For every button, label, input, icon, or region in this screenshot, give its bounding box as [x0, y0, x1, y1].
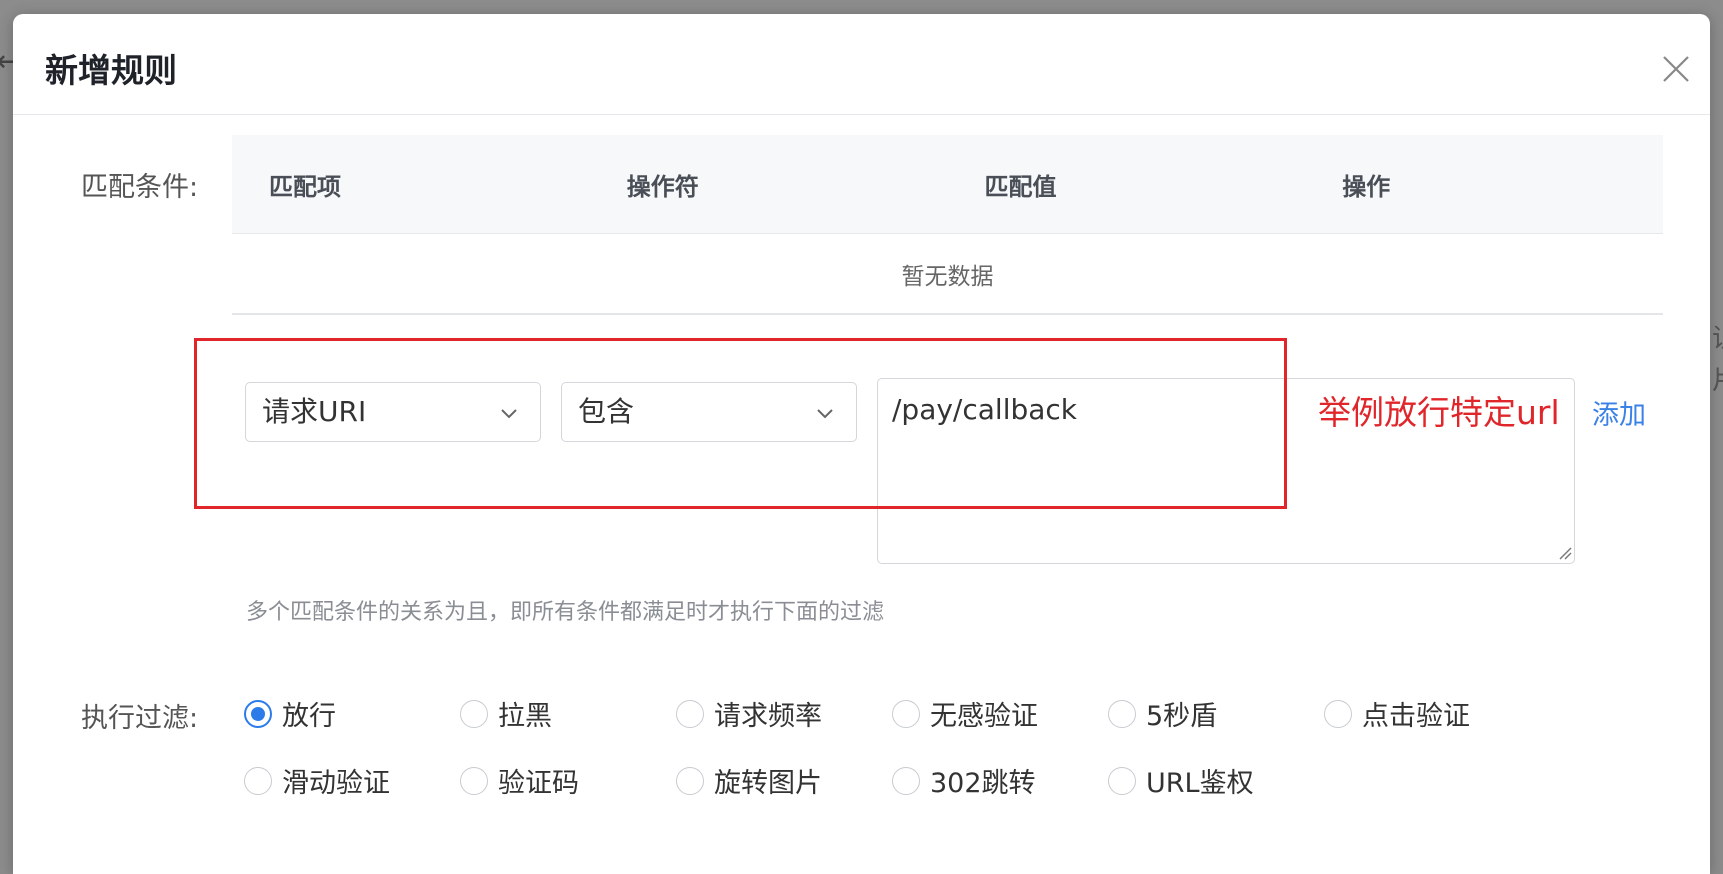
match-conditions-label: 匹配条件:	[81, 172, 199, 203]
radio-label: 拉黑	[498, 701, 552, 732]
resize-handle-icon[interactable]	[1558, 546, 1572, 560]
radio-indicator	[460, 699, 488, 728]
radio-label: 滑动验证	[282, 768, 390, 799]
add-condition-link[interactable]: 添加	[1592, 393, 1646, 432]
radio-indicator	[244, 699, 272, 728]
close-icon	[1663, 56, 1689, 82]
radio-invisible-verify[interactable]: 无感验证	[892, 694, 1038, 733]
dialog-header: 新增规则	[13, 14, 1710, 115]
table-header-action: 操作	[1342, 172, 1391, 201]
radio-blacklist[interactable]: 拉黑	[460, 694, 552, 733]
radio-rotate-image[interactable]: 旋转图片	[676, 761, 822, 800]
radio-indicator	[460, 766, 488, 795]
operator-select-value: 包含	[578, 395, 635, 428]
radio-label: 302跳转	[930, 768, 1036, 799]
chevron-down-icon	[817, 409, 833, 419]
table-header-match-item: 匹配项	[269, 172, 341, 201]
chevron-down-icon	[501, 409, 517, 419]
radio-label: 无感验证	[930, 701, 1038, 732]
conditions-hint: 多个匹配条件的关系为且，即所有条件都满足时才执行下面的过滤	[246, 600, 885, 625]
radio-label: 旋转图片	[714, 768, 822, 799]
radio-indicator	[676, 766, 704, 795]
match-item-select-value: 请求URI	[262, 395, 367, 428]
radio-indicator	[892, 699, 920, 728]
execute-filter-label: 执行过滤:	[81, 703, 199, 734]
radio-rate-limit[interactable]: 请求频率	[676, 694, 822, 733]
radio-label: 验证码	[498, 768, 579, 799]
radio-label: URL鉴权	[1146, 768, 1254, 799]
backdrop-partial-text: 识片	[1712, 318, 1723, 408]
radio-slide-verify[interactable]: 滑动验证	[244, 761, 390, 800]
radio-url-auth[interactable]: URL鉴权	[1108, 761, 1254, 800]
table-empty-state: 暂无数据	[232, 234, 1663, 315]
annotation-note: 举例放行特定url	[1318, 393, 1560, 432]
radio-label: 放行	[282, 701, 336, 732]
radio-label: 点击验证	[1362, 701, 1470, 732]
table-header-row: 匹配项 操作符 匹配值 操作	[232, 135, 1663, 234]
radio-indicator	[1108, 766, 1136, 795]
match-item-select[interactable]: 请求URI	[245, 382, 541, 442]
conditions-table: 匹配项 操作符 匹配值 操作 暂无数据	[232, 135, 1663, 315]
dialog-title: 新增规则	[45, 51, 177, 90]
radio-indicator	[892, 766, 920, 795]
table-header-operator: 操作符	[626, 172, 699, 201]
close-button[interactable]	[1651, 44, 1701, 94]
radio-302-redirect[interactable]: 302跳转	[892, 761, 1036, 800]
radio-indicator	[1108, 699, 1136, 728]
radio-indicator	[1324, 699, 1352, 728]
radio-captcha[interactable]: 验证码	[460, 761, 579, 800]
radio-label: 请求频率	[714, 701, 822, 732]
radio-indicator	[244, 766, 272, 795]
table-header-match-value: 匹配值	[984, 172, 1057, 201]
radio-allow[interactable]: 放行	[244, 694, 336, 733]
radio-click-verify[interactable]: 点击验证	[1324, 694, 1470, 733]
operator-select[interactable]: 包含	[561, 382, 857, 442]
radio-5s-shield[interactable]: 5秒盾	[1108, 694, 1217, 733]
radio-label: 5秒盾	[1146, 701, 1218, 732]
radio-indicator	[676, 699, 704, 728]
